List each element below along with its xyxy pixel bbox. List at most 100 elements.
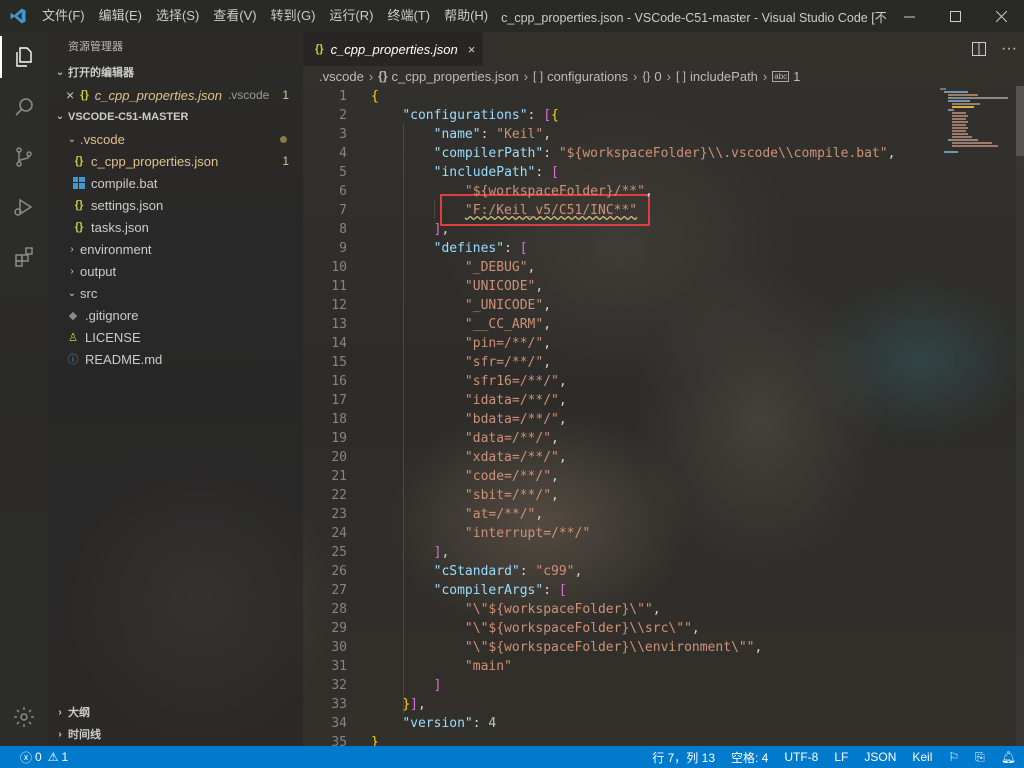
open-editor-item[interactable]: × {} c_cpp_properties.json .vscode 1 [48, 84, 303, 106]
maximize-icon[interactable] [932, 0, 978, 32]
tree-item-c-cpp-properties[interactable]: {} c_cpp_properties.json 1 [48, 150, 303, 172]
vertical-scrollbar[interactable] [1016, 86, 1024, 746]
tree-item-gitignore[interactable]: ◆ .gitignore [48, 304, 303, 326]
explorer-icon[interactable] [0, 32, 48, 82]
code-line[interactable]: 1{ [303, 87, 993, 106]
code-line[interactable]: 13 "__CC_ARM", [303, 315, 993, 334]
search-icon[interactable] [0, 82, 48, 132]
tree-item-src[interactable]: ⌄ src [48, 282, 303, 304]
code-line[interactable]: 6 "${workspaceFolder}/**", [303, 182, 993, 201]
code-line[interactable]: 11 "UNICODE", [303, 277, 993, 296]
code-editor[interactable]: 1{2 "configurations": [{3 "name": "Keil"… [303, 86, 993, 750]
language-mode[interactable]: JSON [856, 746, 904, 768]
code-line[interactable]: 22 "sbit=/**/", [303, 486, 993, 505]
code-line[interactable]: 9 "defines": [ [303, 239, 993, 258]
close-tab-icon[interactable]: × [468, 42, 476, 57]
workspace-section[interactable]: ⌄ VSCODE-C51-MASTER [48, 106, 303, 128]
cursor-position[interactable]: 行 7，列 13 [644, 746, 723, 768]
source-control-icon[interactable] [0, 132, 48, 182]
code-line[interactable]: 29 "\"${workspaceFolder}\\src\"", [303, 619, 993, 638]
breadcrumb-item[interactable]: .vscode [319, 69, 364, 84]
breadcrumb-item[interactable]: includePath [690, 69, 758, 84]
eol[interactable]: LF [826, 746, 856, 768]
outline-section[interactable]: › 大纲 [48, 702, 303, 724]
split-editor-icon[interactable] [964, 32, 994, 66]
feedback-icon[interactable]: ⚐ [940, 746, 967, 768]
indentation[interactable]: 空格: 4 [723, 746, 776, 768]
menu-selection[interactable]: 选择(S) [149, 0, 206, 32]
code-line[interactable]: 15 "sfr=/**/", [303, 353, 993, 372]
tree-item-compile-bat[interactable]: compile.bat [48, 172, 303, 194]
code-line[interactable]: 7 "F:/Keil_v5/C51/INC**" [303, 201, 993, 220]
workspace-title: VSCODE-C51-MASTER [68, 111, 189, 123]
tab-c-cpp-properties[interactable]: {} c_cpp_properties.json × [303, 32, 484, 66]
code-line[interactable]: 12 "_UNICODE", [303, 296, 993, 315]
code-text: "xdata=/**/", [464, 450, 567, 465]
code-line[interactable]: 26 "cStandard": "c99", [303, 562, 993, 581]
timeline-section[interactable]: › 时间线 [48, 724, 303, 746]
notifications-bell-icon[interactable]: 🔔︎ [993, 746, 1024, 768]
code-line[interactable]: 3 "name": "Keil", [303, 125, 993, 144]
activity-bar [0, 32, 48, 746]
code-line[interactable]: 23 "at=/**/", [303, 505, 993, 524]
code-line[interactable]: 14 "pin=/**/", [303, 334, 993, 353]
encoding[interactable]: UTF-8 [776, 746, 826, 768]
breadcrumb-item[interactable]: c_cpp_properties.json [392, 69, 519, 84]
code-line[interactable]: 27 "compilerArgs": [ [303, 581, 993, 600]
code-line[interactable]: 21 "code=/**/", [303, 467, 993, 486]
chevron-down-icon: ⌄ [55, 111, 65, 122]
minimize-icon[interactable] [886, 0, 932, 32]
code-line[interactable]: 5 "includePath": [ [303, 163, 993, 182]
close-editor-icon[interactable]: × [66, 87, 74, 103]
close-icon[interactable] [978, 0, 1024, 32]
breadcrumb-item[interactable]: configurations [547, 69, 628, 84]
code-line[interactable]: 2 "configurations": [{ [303, 106, 993, 125]
code-line[interactable]: 30 "\"${workspaceFolder}\\environment\""… [303, 638, 993, 657]
license-file-icon: ♙ [68, 331, 78, 344]
code-line[interactable]: 24 "interrupt=/**/" [303, 524, 993, 543]
run-debug-icon[interactable] [0, 182, 48, 232]
code-line[interactable]: 10 "_DEBUG", [303, 258, 993, 277]
problems-status[interactable]: ⓧ 0 ⚠ 1 [12, 746, 76, 768]
code-line[interactable]: 28 "\"${workspaceFolder}\"", [303, 600, 993, 619]
tree-item-tasks-json[interactable]: {} tasks.json [48, 216, 303, 238]
menu-run[interactable]: 运行(R) [322, 0, 380, 32]
code-line[interactable]: 8 ], [303, 220, 993, 239]
more-actions-icon[interactable]: ··· [994, 32, 1024, 66]
settings-gear-icon[interactable] [0, 692, 48, 742]
tree-item-environment[interactable]: › environment [48, 238, 303, 260]
tree-item-vscode-folder[interactable]: ⌄ .vscode [48, 128, 303, 150]
code-line[interactable]: 32 ] [303, 676, 993, 695]
code-line[interactable]: 17 "idata=/**/", [303, 391, 993, 410]
tree-item-license[interactable]: ♙ LICENSE [48, 326, 303, 348]
code-line[interactable]: 19 "data=/**/", [303, 429, 993, 448]
menu-terminal[interactable]: 终端(T) [380, 0, 437, 32]
menu-edit[interactable]: 编辑(E) [92, 0, 149, 32]
code-line[interactable]: 18 "bdata=/**/", [303, 410, 993, 429]
extensions-icon[interactable] [0, 232, 48, 282]
open-editors-section[interactable]: ⌄ 打开的编辑器 [48, 62, 303, 84]
editor-tab-bar: {} c_cpp_properties.json × ··· [303, 32, 1024, 66]
tree-item-readme[interactable]: ⓘ README.md [48, 348, 303, 370]
code-line[interactable]: 33 }], [303, 695, 993, 714]
menu-file[interactable]: 文件(F) [35, 0, 92, 32]
code-line[interactable]: 31 "main" [303, 657, 993, 676]
tree-item-settings-json[interactable]: {} settings.json [48, 194, 303, 216]
code-line[interactable]: 4 "compilerPath": "${workspaceFolder}\\.… [303, 144, 993, 163]
cpp-configuration[interactable]: Keil [904, 746, 940, 768]
code-line[interactable]: 34 "version": 4 [303, 714, 993, 733]
code-line[interactable]: 16 "sfr16=/**/", [303, 372, 993, 391]
file-icon[interactable]: ⎘ [967, 746, 993, 768]
menu-help[interactable]: 帮助(H) [437, 0, 495, 32]
tree-item-output[interactable]: › output [48, 260, 303, 282]
code-line[interactable]: 20 "xdata=/**/", [303, 448, 993, 467]
code-line[interactable]: 25 ], [303, 543, 993, 562]
menu-view[interactable]: 查看(V) [206, 0, 263, 32]
chevron-right-icon: › [70, 243, 74, 255]
scrollbar-thumb[interactable] [1016, 86, 1024, 156]
line-number: 24 [331, 526, 347, 541]
minimap[interactable] [936, 86, 1016, 166]
breadcrumb-item[interactable]: 1 [793, 69, 800, 84]
breadcrumb-item[interactable]: 0 [654, 69, 661, 84]
menu-go[interactable]: 转到(G) [264, 0, 323, 32]
